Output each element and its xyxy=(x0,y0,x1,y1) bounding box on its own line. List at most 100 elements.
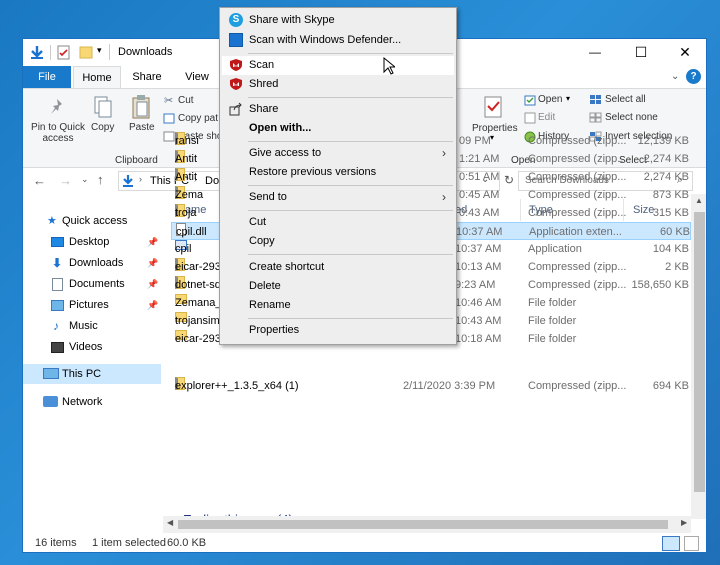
menu-open-with[interactable]: Open with... xyxy=(222,119,454,138)
file-date: 2/11/2020 3:39 PM xyxy=(403,380,496,392)
nav-label: Quick access xyxy=(62,215,128,227)
copy-button[interactable]: Copy xyxy=(91,122,114,133)
submenu-arrow-icon: › xyxy=(442,146,446,160)
nav-label: Pictures xyxy=(69,299,109,311)
submenu-arrow-icon: › xyxy=(442,190,446,204)
menu-label: Share xyxy=(249,103,279,115)
scroll-up-icon[interactable]: ▲ xyxy=(695,196,703,205)
nav-quick-access[interactable]: ★ Quick access xyxy=(23,211,161,231)
menu-label: Open with... xyxy=(249,122,312,134)
down-arrow-icon xyxy=(31,46,43,59)
details-view-icon[interactable] xyxy=(662,536,680,551)
close-button[interactable]: ✕ xyxy=(662,39,706,66)
status-bar: 16 items 1 item selected 60.0 KB xyxy=(23,533,706,552)
open-button[interactable]: Open xyxy=(538,94,562,105)
menu-give-access[interactable]: Give access to › xyxy=(222,144,454,163)
nav-network[interactable]: Network xyxy=(23,392,161,412)
videos-icon xyxy=(51,342,64,353)
scroll-right-icon[interactable]: ▶ xyxy=(681,518,687,527)
file-size: 2 KB xyxy=(665,261,689,273)
back-arrow-icon[interactable]: ← xyxy=(33,173,46,188)
nav-label: Documents xyxy=(69,278,125,290)
vertical-scrollbar[interactable]: ▲ xyxy=(691,194,706,519)
file-name-text: ransi xyxy=(175,135,199,147)
menu-delete[interactable]: Delete xyxy=(222,277,454,296)
recent-dropdown-icon[interactable]: ⌄ xyxy=(81,174,89,185)
file-date: 0:45 AM xyxy=(459,189,500,201)
open-icon xyxy=(524,95,536,106)
share-icon xyxy=(229,102,242,116)
breadcrumb-chevron-icon: › xyxy=(139,174,142,184)
menu-label: Properties xyxy=(249,324,300,336)
pin-icon xyxy=(51,99,62,114)
menu-rename[interactable]: Rename xyxy=(222,296,454,315)
paste-button[interactable]: Paste xyxy=(129,122,155,133)
properties-qat-icon[interactable] xyxy=(57,45,71,60)
nav-pictures[interactable]: Pictures 📌 xyxy=(23,295,161,315)
nav-downloads[interactable]: ⬇ Downloads 📌 xyxy=(23,253,161,273)
menu-shred[interactable]: Shred xyxy=(222,75,454,94)
ribbon-collapse-icon[interactable]: ⌄ xyxy=(671,71,679,82)
copy-path-button[interactable]: Copy pat xyxy=(178,113,218,124)
menu-cut[interactable]: Cut xyxy=(222,213,454,232)
scroll-thumb[interactable] xyxy=(694,212,705,492)
up-arrow-icon[interactable]: ↑ xyxy=(97,172,104,187)
file-size: 2,274 KB xyxy=(643,153,689,165)
file-type: Application exten... xyxy=(529,226,622,238)
tab-file[interactable]: File xyxy=(23,66,71,88)
nav-music[interactable]: ♪ Music xyxy=(23,316,161,336)
file-size: 104 KB xyxy=(652,243,689,255)
menu-restore-versions[interactable]: Restore previous versions xyxy=(222,163,454,182)
menu-label: Shred xyxy=(249,78,279,90)
window-title: Downloads xyxy=(118,46,173,58)
file-size: 12,139 KB xyxy=(637,135,689,147)
file-type: Application xyxy=(528,243,582,255)
large-icons-view-icon[interactable] xyxy=(684,536,699,551)
nav-label: Videos xyxy=(69,341,103,353)
nav-documents[interactable]: Documents 📌 xyxy=(23,274,161,294)
edit-button[interactable]: Edit xyxy=(538,112,555,123)
qat-dropdown-icon[interactable]: ▾ xyxy=(97,45,102,56)
nav-this-pc[interactable]: This PC xyxy=(23,364,161,384)
file-type: File folder xyxy=(528,297,577,309)
new-folder-qat-icon[interactable] xyxy=(79,45,93,60)
forward-arrow-icon[interactable]: → xyxy=(59,173,72,188)
navigation-pane: ★ Quick access Desktop 📌 ⬇ Downloads 📌 D… xyxy=(23,199,163,529)
hscroll-thumb[interactable] xyxy=(178,520,668,529)
menu-label: Scan xyxy=(249,59,275,71)
select-all-button[interactable]: Select all xyxy=(605,94,646,105)
pin-label-1: Pin to Quick xyxy=(31,122,85,133)
cut-icon: ✂ xyxy=(164,95,174,107)
computer-icon xyxy=(43,368,59,379)
menu-create-shortcut[interactable]: Create shortcut xyxy=(222,258,454,277)
menu-scan-defender[interactable]: Scan with Windows Defender... xyxy=(222,31,454,50)
menu-share[interactable]: Share xyxy=(222,100,454,119)
file-name-text: Zema xyxy=(175,189,204,201)
pin-quick-access-button[interactable]: Pin to Quick access xyxy=(30,122,86,144)
horizontal-scrollbar[interactable]: ◀ ▶ xyxy=(163,516,691,533)
menu-label: Scan with Windows Defender... xyxy=(249,34,402,46)
menu-scan[interactable]: Scan xyxy=(222,56,454,75)
tab-share[interactable]: Share xyxy=(123,66,171,88)
maximize-button[interactable]: ☐ xyxy=(618,39,664,66)
menu-properties[interactable]: Properties xyxy=(222,321,454,340)
nav-videos[interactable]: Videos xyxy=(23,337,161,357)
minimize-button[interactable]: — xyxy=(572,39,618,66)
menu-share-skype[interactable]: S Share with Skype xyxy=(222,11,454,30)
help-icon[interactable]: ? xyxy=(686,69,701,84)
open-dropdown-icon[interactable]: ▾ xyxy=(566,94,570,103)
scroll-left-icon[interactable]: ◀ xyxy=(167,518,173,527)
menu-label: Cut xyxy=(249,216,267,228)
tab-home[interactable]: Home xyxy=(73,66,121,88)
defender-icon xyxy=(229,33,243,47)
select-none-button[interactable]: Select none xyxy=(605,112,658,123)
status-selected: 1 item selected xyxy=(92,537,166,549)
tab-view[interactable]: View xyxy=(173,66,221,88)
file-row[interactable]: explorer++_1.3.5_x64 (1) 2/11/2020 3:39 P… xyxy=(171,377,691,395)
nav-desktop[interactable]: Desktop 📌 xyxy=(23,232,161,252)
menu-label: Share with Skype xyxy=(249,14,335,26)
menu-send-to[interactable]: Send to › xyxy=(222,188,454,207)
clipboard-group-label: Clipboard xyxy=(115,155,158,166)
menu-copy[interactable]: Copy xyxy=(222,232,454,251)
cut-button[interactable]: Cut xyxy=(178,95,194,106)
